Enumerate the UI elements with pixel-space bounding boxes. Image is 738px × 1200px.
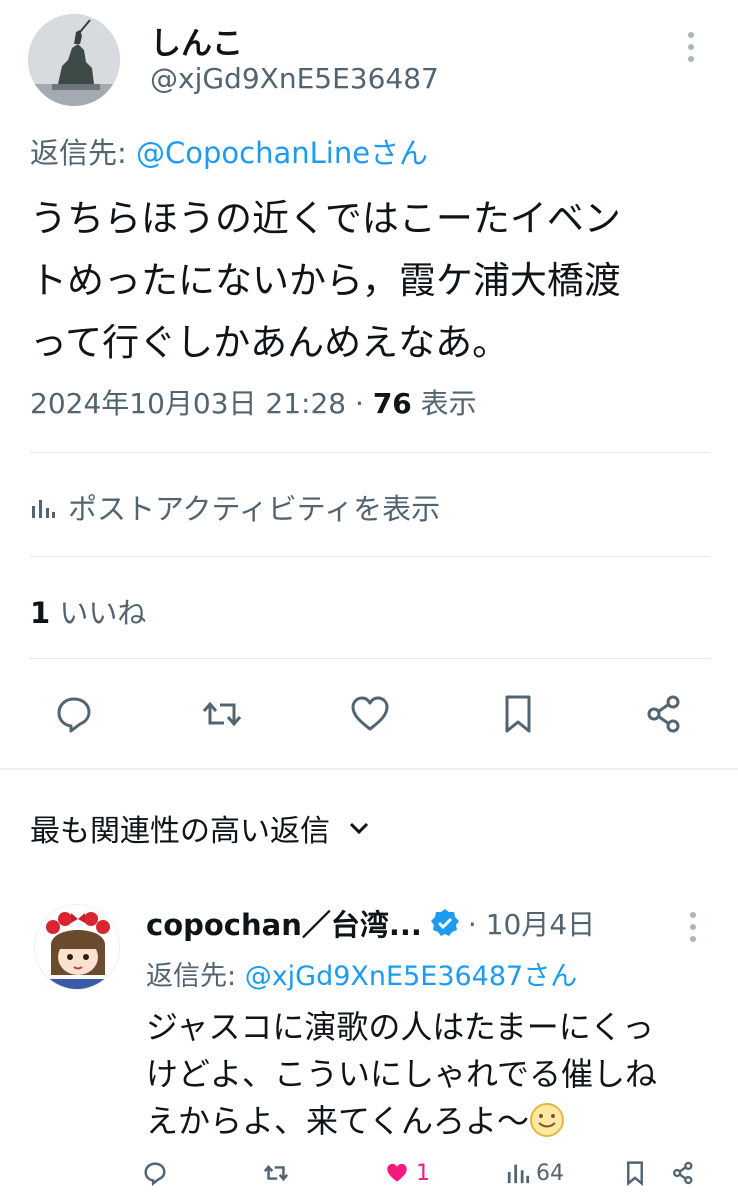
like-icon bbox=[351, 696, 389, 731]
reply-text-line: ジャスコに演歌の人はたまーにくっ bbox=[146, 1008, 655, 1046]
share-button[interactable] bbox=[638, 688, 690, 740]
repost-icon bbox=[263, 1164, 289, 1182]
view-label: 表示 bbox=[411, 387, 477, 420]
like-button[interactable] bbox=[344, 688, 396, 740]
reply-button[interactable] bbox=[48, 688, 100, 740]
bookmark-button[interactable] bbox=[624, 1156, 646, 1190]
reply-post[interactable]: copochan／台湾... · 10月4日 返信先: @xjGd9XnE5E3… bbox=[0, 880, 738, 1200]
share-icon bbox=[672, 1161, 693, 1185]
reply-to-line: 返信先: @CopochanLineさん bbox=[30, 130, 428, 172]
post-meta: 2024年10月03日 21:28 · 76 表示 bbox=[30, 382, 477, 422]
activity-label: ポストアクティビティを表示 bbox=[68, 492, 441, 526]
reply-view-count: 64 bbox=[536, 1160, 564, 1186]
bookmark-button[interactable] bbox=[492, 688, 544, 740]
display-name[interactable]: しんこ bbox=[150, 18, 243, 63]
reply-to-user-link[interactable]: @CopochanLineさん bbox=[136, 136, 428, 170]
reply-action-bar: 1 64 bbox=[0, 1156, 738, 1190]
reply-like-count: 1 bbox=[416, 1160, 430, 1186]
reply-sort-label: 最も関連性の高い返信 bbox=[30, 814, 330, 849]
reply-button[interactable] bbox=[142, 1156, 168, 1190]
reply-text: ジャスコに演歌の人はたまーにくっ けどよ、こういにしゃれでる催しね えからよ、来… bbox=[146, 1004, 716, 1145]
reply-text-line: えからよ、来てくんろよ〜 bbox=[146, 1102, 530, 1140]
smile-emoji bbox=[530, 1103, 565, 1137]
reply-to-user-link[interactable]: @xjGd9XnE5E36487さん bbox=[245, 961, 578, 992]
post-text: うちらほうの近くではこーたイベン トめったにないから，霞ケ浦大橋渡 って行ぐしか… bbox=[30, 188, 720, 374]
verified-icon bbox=[430, 909, 459, 936]
reply-icon bbox=[57, 697, 91, 733]
analytics-icon bbox=[32, 500, 55, 518]
statue-avatar-image bbox=[28, 14, 120, 106]
reply-to-line: 返信先: @xjGd9XnE5E36487さん bbox=[146, 954, 577, 993]
reply-sort-dropdown[interactable]: 最も関連性の高い返信 bbox=[30, 806, 370, 850]
reply-date[interactable]: · 10月4日 bbox=[468, 903, 595, 943]
post-timestamp[interactable]: 2024年10月03日 21:28 · bbox=[30, 387, 373, 420]
section-separator bbox=[0, 768, 738, 770]
post-text-line: トめったにないから，霞ケ浦大橋渡 bbox=[30, 259, 621, 302]
reply-to-label: 返信先: bbox=[146, 961, 245, 992]
reply-display-name[interactable]: copochan／台湾... bbox=[146, 902, 422, 944]
reply-text-last-line: えからよ、来てくんろよ〜 bbox=[146, 1098, 716, 1145]
divider bbox=[30, 452, 710, 453]
bookmark-icon bbox=[505, 695, 531, 733]
like-label: いいね bbox=[50, 596, 147, 630]
action-bar bbox=[0, 688, 738, 740]
like-icon bbox=[387, 1163, 407, 1182]
reply-to-label: 返信先: bbox=[30, 136, 136, 170]
post-text-line: うちらほうの近くではこーたイベン bbox=[30, 197, 621, 240]
girl-avatar-image bbox=[35, 905, 119, 989]
share-icon bbox=[647, 695, 680, 733]
bookmark-icon bbox=[627, 1161, 643, 1186]
reply-author[interactable]: copochan／台湾... · 10月4日 bbox=[146, 902, 595, 944]
reply-text-line: けどよ、こういにしゃれでる催しね bbox=[146, 1055, 658, 1093]
avatar[interactable] bbox=[34, 904, 120, 990]
divider bbox=[30, 556, 710, 557]
repost-icon bbox=[202, 701, 242, 727]
more-icon[interactable] bbox=[686, 912, 700, 952]
chevron-down-icon bbox=[349, 822, 369, 835]
analytics-icon bbox=[507, 1164, 530, 1184]
like-button[interactable]: 1 bbox=[384, 1156, 430, 1190]
view-count: 76 bbox=[372, 387, 412, 420]
reply-icon bbox=[144, 1162, 166, 1186]
repost-button[interactable] bbox=[196, 688, 248, 740]
repost-button[interactable] bbox=[262, 1156, 290, 1190]
views-button[interactable]: 64 bbox=[506, 1156, 564, 1190]
more-icon[interactable] bbox=[684, 32, 698, 72]
post-activity-link[interactable]: ポストアクティビティを表示 bbox=[30, 486, 440, 528]
share-button[interactable] bbox=[670, 1156, 696, 1190]
divider bbox=[30, 658, 710, 659]
avatar[interactable] bbox=[28, 14, 120, 106]
likes-count-link[interactable]: 1 いいね bbox=[30, 590, 146, 632]
post-text-line: って行ぐしかあんめえなあ。 bbox=[30, 321, 510, 364]
user-handle[interactable]: @xjGd9XnE5E36487 bbox=[150, 62, 439, 95]
like-count: 1 bbox=[30, 596, 51, 630]
